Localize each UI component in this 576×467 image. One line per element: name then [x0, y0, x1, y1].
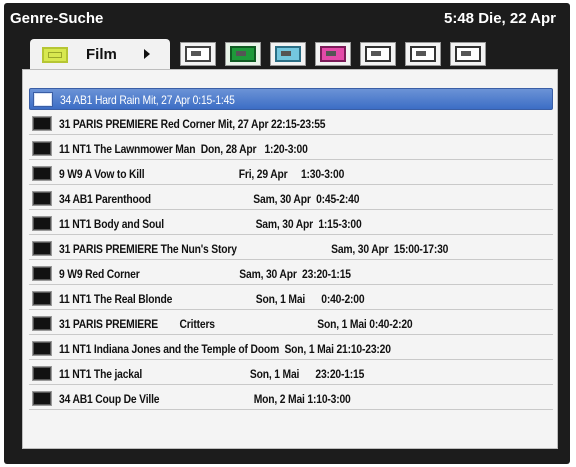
- program-icon: [33, 242, 51, 255]
- result-text: 34 AB1 Parenthood Sam, 30 Apr 0:45-2:40: [59, 192, 360, 206]
- result-row[interactable]: 11 NT1 Indiana Jones and the Temple of D…: [29, 338, 553, 360]
- program-icon: [33, 192, 51, 205]
- program-icon: [33, 217, 51, 230]
- result-text: 11 NT1 The Real Blonde Son, 1 Mai 0:40-2…: [59, 292, 365, 306]
- program-icon: [33, 317, 51, 330]
- result-row[interactable]: 11 NT1 The Lawnmower Man Don, 28 Apr 1:2…: [29, 138, 553, 160]
- result-row[interactable]: 31 PARIS PREMIERE Critters Son, 1 Mai 0:…: [29, 313, 553, 335]
- program-icon: [33, 142, 51, 155]
- tab-film-label: Film: [86, 46, 117, 63]
- header: Genre-Suche 5:48 Die, 22 Apr: [4, 3, 570, 37]
- film-icon: [42, 47, 68, 63]
- tab-social[interactable]: [450, 42, 486, 66]
- genre-tabs: Film: [30, 39, 550, 69]
- result-row[interactable]: 11 NT1 The Real Blonde Son, 1 Mai 0:40-2…: [29, 288, 553, 310]
- page-title: Genre-Suche: [10, 10, 104, 27]
- result-row[interactable]: 9 W9 A Vow to Kill Fri, 29 Apr 1:30-3:00: [29, 163, 553, 185]
- result-text: 31 PARIS PREMIERE Critters Son, 1 Mai 0:…: [59, 317, 413, 331]
- program-icon: [33, 267, 51, 280]
- program-icon: [33, 367, 51, 380]
- tab-film[interactable]: Film: [30, 39, 170, 69]
- clock: 5:48 Die, 22 Apr: [444, 10, 556, 27]
- result-row[interactable]: 31 PARIS PREMIERE Red Corner Mit, 27 Apr…: [29, 113, 553, 135]
- result-text: 34 AB1 Hard Rain Mit, 27 Apr 0:15-1:45: [60, 93, 235, 107]
- tv-icon: [185, 46, 211, 62]
- result-text: 31 PARIS PREMIERE Red Corner Mit, 27 Apr…: [59, 117, 326, 131]
- book-icon: [365, 46, 391, 62]
- sports-icon: [275, 46, 301, 62]
- result-row[interactable]: 34 AB1 Hard Rain Mit, 27 Apr 0:15-1:45: [29, 88, 553, 110]
- result-text: 11 NT1 Body and Soul Sam, 30 Apr 1:15-3:…: [59, 217, 362, 231]
- program-icon: [34, 93, 52, 106]
- result-row[interactable]: 34 AB1 Parenthood Sam, 30 Apr 0:45-2:40: [29, 188, 553, 210]
- program-icon: [33, 342, 51, 355]
- result-text: 9 W9 A Vow to Kill Fri, 29 Apr 1:30-3:00: [59, 167, 345, 181]
- result-text: 9 W9 Red Corner Sam, 30 Apr 23:20-1:15: [59, 267, 351, 281]
- arrow-right-icon: [144, 49, 150, 59]
- result-row[interactable]: 9 W9 Red Corner Sam, 30 Apr 23:20-1:15: [29, 263, 553, 285]
- tab-tv[interactable]: [180, 42, 216, 66]
- tab-house[interactable]: [405, 42, 441, 66]
- result-text: 11 NT1 The Lawnmower Man Don, 28 Apr 1:2…: [59, 142, 308, 156]
- result-text: 11 NT1 The jackal Son, 1 Mai 23:20-1:15: [59, 367, 365, 381]
- result-row[interactable]: 11 NT1 The jackal Son, 1 Mai 23:20-1:15: [29, 363, 553, 385]
- tab-nature[interactable]: [225, 42, 261, 66]
- program-icon: [33, 392, 51, 405]
- result-text: 31 PARIS PREMIERE The Nun's Story Sam, 3…: [59, 242, 449, 256]
- program-icon: [33, 167, 51, 180]
- nature-icon: [230, 46, 256, 62]
- tab-sports[interactable]: [270, 42, 306, 66]
- result-row[interactable]: 34 AB1 Coup De Ville Mon, 2 Mai 1:10-3:0…: [29, 388, 553, 410]
- kids-icon: [320, 46, 346, 62]
- house-icon: [410, 46, 436, 62]
- result-row[interactable]: 11 NT1 Body and Soul Sam, 30 Apr 1:15-3:…: [29, 213, 553, 235]
- program-icon: [33, 292, 51, 305]
- tab-kids[interactable]: [315, 42, 351, 66]
- result-text: 11 NT1 Indiana Jones and the Temple of D…: [59, 342, 391, 356]
- result-text: 34 AB1 Coup De Ville Mon, 2 Mai 1:10-3:0…: [59, 392, 351, 406]
- tab-book[interactable]: [360, 42, 396, 66]
- program-icon: [33, 117, 51, 130]
- result-row[interactable]: 31 PARIS PREMIERE The Nun's Story Sam, 3…: [29, 238, 553, 260]
- social-icon: [455, 46, 481, 62]
- results-list[interactable]: 34 AB1 Hard Rain Mit, 27 Apr 0:15-1:45 3…: [22, 69, 558, 449]
- genre-search-screen: Genre-Suche 5:48 Die, 22 Apr Film 34 AB1…: [4, 3, 570, 464]
